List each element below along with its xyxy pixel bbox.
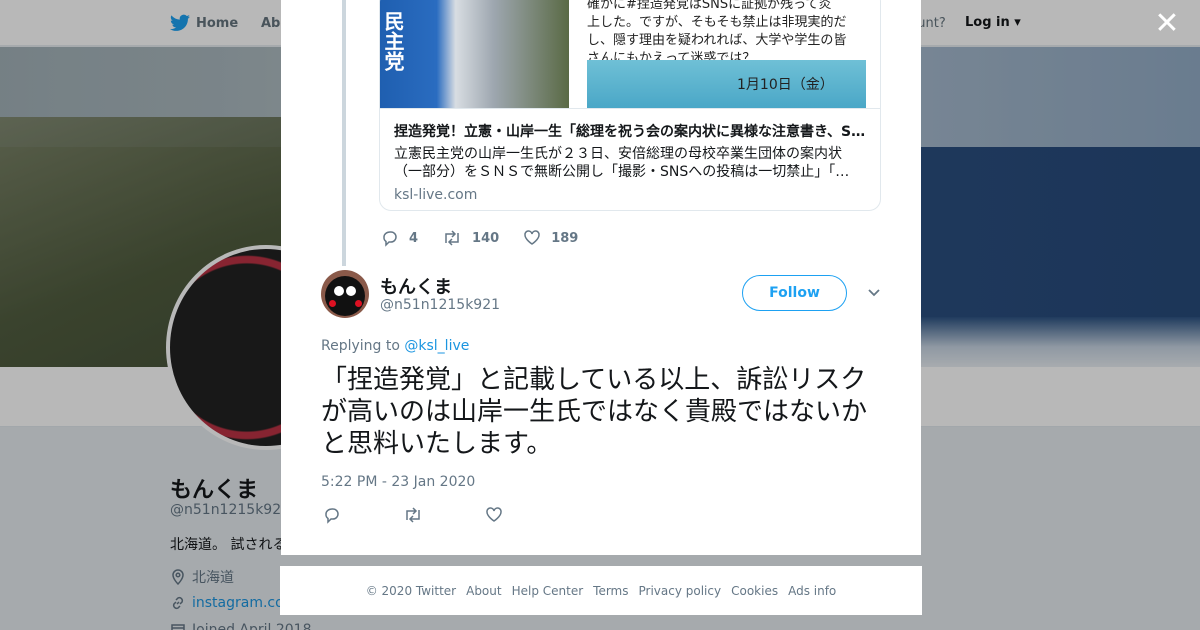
- author-avatar[interactable]: [321, 270, 369, 318]
- heart-icon: [524, 230, 540, 245]
- retweet-icon: [445, 230, 459, 246]
- parent-retweet-button[interactable]: 140: [442, 229, 499, 247]
- author-name[interactable]: もんくま: [380, 273, 452, 299]
- footer-help-link[interactable]: Help Center: [512, 584, 584, 598]
- parent-retweet-count: 140: [472, 230, 500, 246]
- tweet-timestamp[interactable]: 5:22 PM - 23 Jan 2020: [321, 474, 475, 490]
- tweet-author: もんくま @n51n1215k921 Follow: [321, 270, 881, 320]
- card-image-text-line: し、隠す理由を疑われれば、大学や学生の皆: [587, 33, 847, 48]
- like-button[interactable]: [485, 506, 503, 528]
- card-domain: ksl-live.com: [394, 187, 478, 203]
- conversation-thread-line: [342, 0, 346, 266]
- replying-to: Replying to @ksl_live: [321, 338, 469, 354]
- card-image-text-line: 上した。ですが、そもそも禁止は非現実的だ: [587, 15, 847, 30]
- parent-reply-count: 4: [409, 230, 419, 246]
- footer-copyright: © 2020 Twitter: [365, 583, 457, 598]
- heart-icon: [486, 507, 502, 522]
- parent-like-count: 189: [551, 230, 579, 246]
- card-description: 立憲民主党の山岸一生氏が２３日、安倍総理の母校卒業生団体の案内状（一部分）をＳＮ…: [394, 146, 850, 180]
- modal-footer: © 2020 Twitter About Help Center Terms P…: [280, 566, 922, 615]
- replying-to-link[interactable]: @ksl_live: [404, 338, 469, 354]
- close-icon[interactable]: ✕: [1152, 9, 1182, 40]
- reply-icon: [383, 231, 397, 247]
- retweet-button[interactable]: [403, 506, 423, 528]
- footer-privacy-link[interactable]: Privacy policy: [639, 584, 722, 598]
- parent-like-button[interactable]: 189: [523, 229, 578, 247]
- footer-about-link[interactable]: About: [466, 584, 501, 598]
- card-photo: 民主党: [380, 0, 569, 108]
- tweet-modal: 民主党 確かに#捏造発覚はSNSに証拠が残って炎 上した。ですが、そもそも禁止は…: [281, 0, 921, 555]
- chevron-down-icon[interactable]: [867, 284, 881, 303]
- footer-cookies-link[interactable]: Cookies: [731, 584, 778, 598]
- retweet-icon: [406, 507, 420, 523]
- follow-button[interactable]: Follow: [742, 275, 847, 311]
- footer-ads-link[interactable]: Ads info: [788, 584, 836, 598]
- card-image-overlay-text: 1月10日（金）: [737, 77, 834, 93]
- tweet-text: 「捏造発覚」と記載している以上、訴訟リスクが高いのは山岸一生氏ではなく貴殿ではな…: [321, 365, 868, 459]
- card-image: 民主党 確かに#捏造発覚はSNSに証拠が残って炎 上した。ですが、そもそも禁止は…: [380, 0, 880, 108]
- reply-icon: [325, 508, 339, 524]
- parent-tweet-actions: 4 140 189: [381, 229, 602, 247]
- card-image-document: 1月10日（金）: [587, 60, 866, 108]
- card-body: 捏造発覚！立憲・山岸一生「総理を祝う会の案内状に異様な注意書き、S… 立憲民主党…: [380, 108, 880, 210]
- author-handle[interactable]: @n51n1215k921: [380, 297, 500, 313]
- parent-reply-button[interactable]: 4: [381, 229, 418, 247]
- footer-terms-link[interactable]: Terms: [593, 584, 628, 598]
- card-image-text-line: 確かに#捏造発覚はSNSに証拠が残って炎: [587, 0, 832, 12]
- card-title: 捏造発覚！立憲・山岸一生「総理を祝う会の案内状に異様な注意書き、S…: [394, 124, 866, 140]
- card-image-text: 確かに#捏造発覚はSNSに証拠が残って炎 上した。ですが、そもそも禁止は非現実的…: [587, 0, 877, 68]
- card-photo-sign-text: 民主党: [381, 11, 405, 71]
- link-preview-card[interactable]: 民主党 確かに#捏造発覚はSNSに証拠が残って炎 上した。ですが、そもそも禁止は…: [379, 0, 881, 211]
- replying-to-prefix: Replying to: [321, 338, 400, 354]
- reply-button[interactable]: [323, 506, 341, 528]
- tweet-actions: [323, 506, 565, 528]
